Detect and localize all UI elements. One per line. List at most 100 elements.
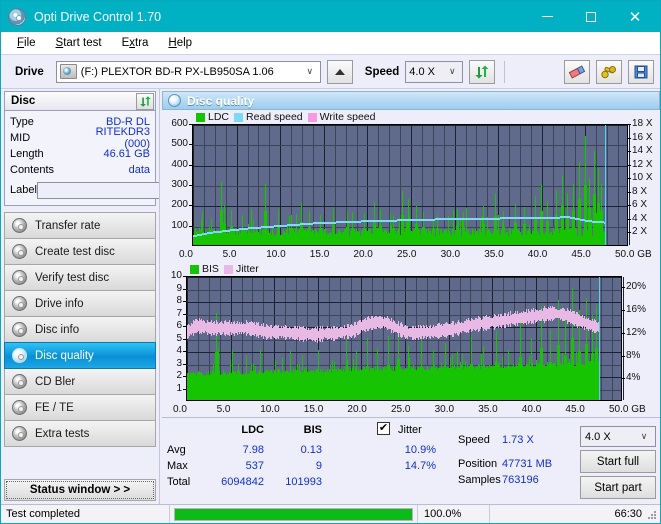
y-axis-tick: 8 <box>176 295 182 306</box>
test-sidebar: Transfer rate Create test disc Verify te… <box>4 212 156 447</box>
legend-item: BIS <box>190 263 219 275</box>
legend-label: Read speed <box>246 111 303 123</box>
y-axis-tickmark <box>183 363 186 365</box>
y2-axis-tickmark <box>628 151 631 153</box>
x-axis-tick: 25.0 <box>391 404 411 415</box>
disc-icon <box>12 322 27 337</box>
y-axis-tick: 4 <box>176 345 182 356</box>
drive-label: Drive <box>15 65 44 78</box>
y2-axis-tickmark <box>628 191 631 193</box>
y-axis-tick: 3 <box>176 357 182 369</box>
menu-item-file[interactable]: File <box>7 35 46 51</box>
stat-row-max: Max <box>167 460 188 472</box>
sidebar-item-label: Extra tests <box>35 427 90 440</box>
sidebar-item-extra-tests[interactable]: Extra tests <box>4 420 156 447</box>
eject-button[interactable] <box>326 59 353 523</box>
y-axis-tick: 300 <box>171 179 188 190</box>
disc-icon <box>12 270 27 285</box>
resize-grip[interactable] <box>648 511 658 521</box>
stat-row-avg: Avg <box>167 444 186 456</box>
drive-select-value: (F:) PLEXTOR BD-R PX-LB950SA 1.06 <box>80 65 274 78</box>
disc-contents-value: data <box>128 164 150 176</box>
left-panel: Disc Type BD-R DL MID RITEKDR3 (000) Len… <box>1 89 239 505</box>
stat-bis-max: 9 <box>315 460 322 472</box>
sidebar-item-create-test-disc[interactable]: Create test disc <box>4 238 156 265</box>
start-part-button[interactable]: Start part <box>580 476 656 499</box>
save-button[interactable] <box>628 59 654 84</box>
sidebar-item-transfer-rate[interactable]: Transfer rate <box>4 212 156 239</box>
disc-panel-title: Disc <box>11 95 36 107</box>
sidebar-item-label: Disc info <box>35 323 80 336</box>
y2-axis-tick: 12 X <box>632 158 653 170</box>
legend-swatch <box>223 264 233 274</box>
x-axis-tick: 35.0 <box>484 249 504 260</box>
sidebar-item-disc-info[interactable]: Disc info <box>4 316 156 343</box>
legend-swatch <box>196 112 205 122</box>
legend-item: Write speed <box>307 111 376 123</box>
disc-refresh-button[interactable] <box>136 92 154 110</box>
checkmark-icon: ✔ <box>378 422 389 434</box>
end-of-data-marker <box>599 277 600 400</box>
y-axis-tickmark <box>183 276 186 277</box>
menu-item-extra[interactable]: Extra <box>112 35 159 51</box>
close-icon[interactable]: ✕ <box>614 1 656 32</box>
legend-item: Read speed <box>234 111 303 123</box>
disc-icon <box>12 218 27 233</box>
sidebar-item-label: FE / TE <box>35 401 74 414</box>
sidebar-item-disc-quality[interactable]: Disc quality <box>4 342 156 369</box>
start-full-button[interactable]: Start full <box>580 450 656 473</box>
y2-axis-tick: 4 X <box>632 212 648 224</box>
menu-item-start-test[interactable]: Start test <box>46 35 112 51</box>
y-axis-tickmark <box>183 301 186 302</box>
refresh-icon <box>475 65 489 78</box>
jitter-checkbox[interactable]: ✔ <box>377 422 390 435</box>
x-axis-tick: 30.0 <box>440 249 461 260</box>
test-speed-select[interactable]: 4.0 X ∨ <box>580 426 656 447</box>
y2-axis-tick: 16 X <box>632 131 653 143</box>
x-axis-tick: 5.0 <box>216 404 231 415</box>
elapsed-time: 66:30 <box>489 504 660 523</box>
disc-panel-header: Disc <box>4 91 156 111</box>
window-title: Opti Drive Control 1.70 <box>34 9 162 24</box>
progress-bar-fill <box>175 508 412 520</box>
y-axis-tick: 500 <box>171 138 188 150</box>
menu-item-help[interactable]: Help <box>158 35 202 51</box>
legend-swatch <box>307 112 317 122</box>
legend-swatch <box>190 264 199 274</box>
x-axis-tick: 15.0 <box>303 404 324 415</box>
y2-axis-tick: 8 X <box>632 185 648 197</box>
result-samples-label: Samples <box>458 474 501 486</box>
disc-icon <box>12 296 27 311</box>
disc-row-label: Label <box>10 179 239 201</box>
x-axis-tick: 45.0 <box>565 404 585 415</box>
sidebar-item-fe-te[interactable]: FE / TE <box>4 394 156 421</box>
result-speed-value: 1.73 X <box>502 434 534 446</box>
sidebar-item-label: Transfer rate <box>35 219 101 232</box>
sidebar-item-verify-test-disc[interactable]: Verify test disc <box>4 264 156 291</box>
speed-select[interactable]: 4.0 X ∨ <box>405 60 464 83</box>
status-window-button[interactable]: Status window > > <box>4 479 156 501</box>
erase-button[interactable] <box>564 59 590 84</box>
disc-mid-label: MID <box>10 132 31 144</box>
y-axis-tickmark <box>183 288 186 290</box>
progress-cell <box>169 504 417 523</box>
drive-select[interactable]: (F:) PLEXTOR BD-R PX-LB950SA 1.06 ∨ <box>55 60 321 83</box>
y-axis-tick: 400 <box>171 158 188 170</box>
tools-button[interactable] <box>596 59 622 84</box>
y2-axis-tickmark <box>628 218 631 220</box>
stat-col-jitter: Jitter <box>398 424 422 436</box>
x-axis-tick: 10.0 <box>266 249 286 260</box>
sidebar-item-cd-bler[interactable]: CD Bler <box>4 368 156 395</box>
sidebar-item-drive-info[interactable]: Drive info <box>4 290 156 317</box>
y-axis-tickmark <box>183 313 186 315</box>
y-axis-tickmark <box>183 388 186 390</box>
minimize-button[interactable] <box>526 1 568 32</box>
stat-bis-total: 101993 <box>285 476 322 488</box>
refresh-button[interactable] <box>469 59 496 84</box>
content-header: Disc quality <box>162 91 660 110</box>
legend-label: Write speed <box>319 111 376 123</box>
x-axis-tick: 5.0 <box>222 249 237 260</box>
maximize-button[interactable] <box>570 1 612 32</box>
disc-icon <box>12 348 27 363</box>
result-speed-label: Speed <box>458 434 490 446</box>
